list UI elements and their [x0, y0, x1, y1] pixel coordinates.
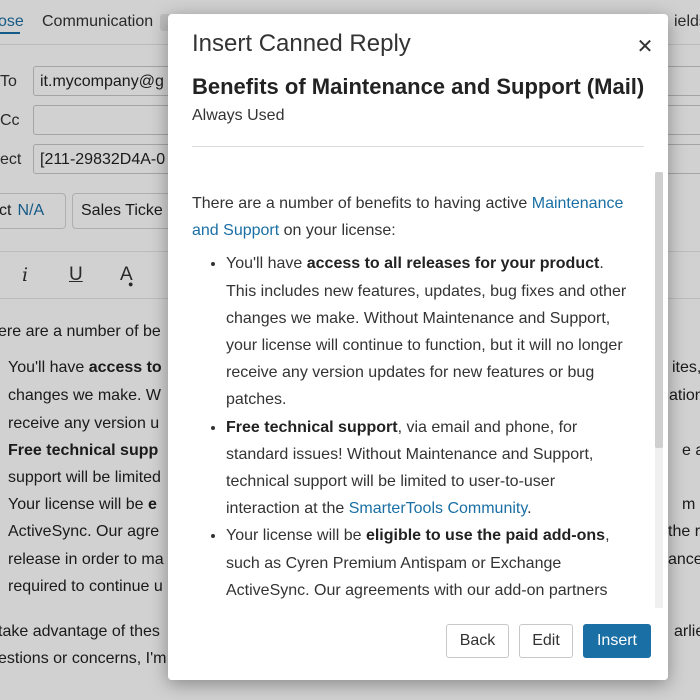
canned-reply-name: Benefits of Maintenance and Support (Mai…	[192, 74, 645, 99]
back-button[interactable]: Back	[446, 624, 509, 658]
dialog-footer: Back Edit Insert	[168, 608, 668, 680]
insert-canned-reply-dialog: Insert Canned Reply ✕ Benefits of Mainte…	[168, 14, 668, 680]
divider	[192, 146, 644, 147]
close-icon[interactable]: ✕	[634, 36, 656, 58]
dialog-title: Insert Canned Reply	[192, 30, 411, 57]
list-item: Your license will be eligible to use the…	[226, 522, 632, 604]
benefits-list: You'll have access to all releases for y…	[192, 250, 632, 604]
community-link[interactable]: SmarterTools Community	[349, 500, 527, 517]
list-item: You'll have access to all releases for y…	[226, 250, 632, 413]
reply-preview: There are a number of benefits to having…	[192, 190, 632, 604]
canned-reply-usage: Always Used	[192, 107, 285, 124]
list-item: Free technical support, via email and ph…	[226, 414, 632, 523]
insert-button[interactable]: Insert	[583, 624, 651, 658]
edit-button[interactable]: Edit	[519, 624, 573, 658]
scrollbar-thumb[interactable]	[655, 172, 663, 448]
intro-paragraph: There are a number of benefits to having…	[192, 195, 624, 240]
